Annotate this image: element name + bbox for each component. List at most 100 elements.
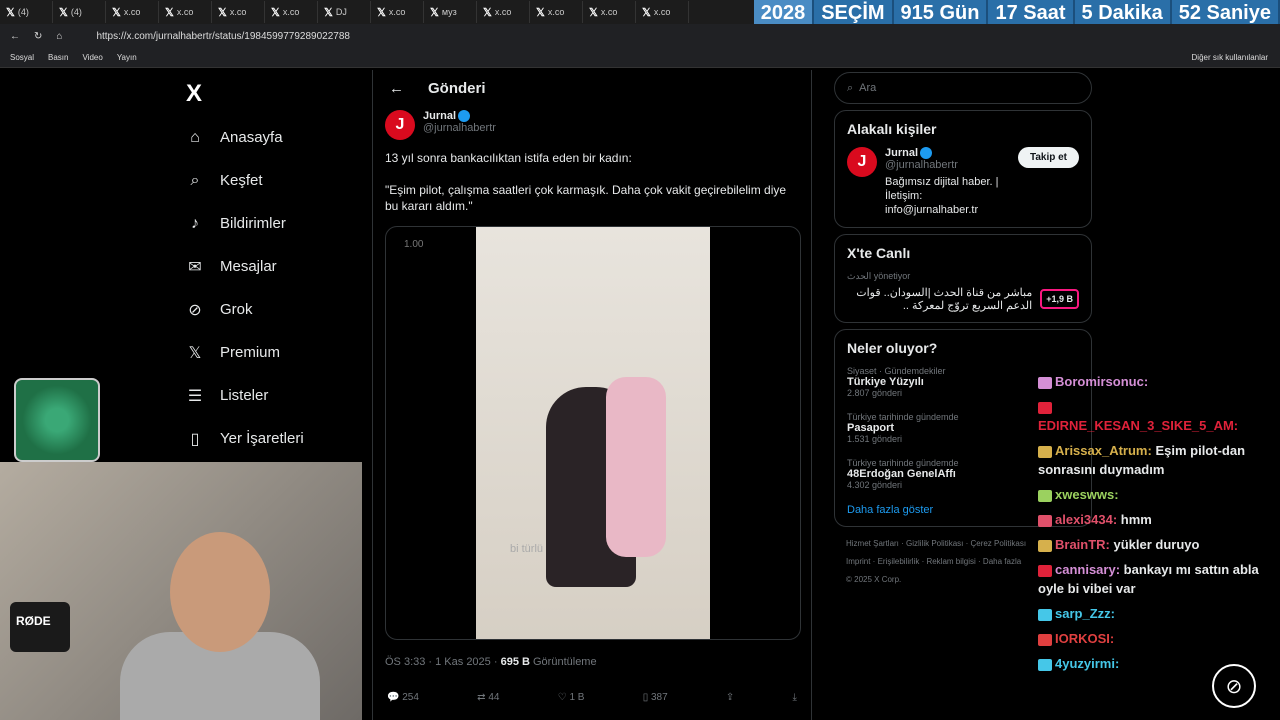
live-manage: yönetiyor [873, 271, 911, 282]
streamer-head [170, 532, 270, 652]
tab-label: x.co [176, 7, 194, 17]
chat-user: IORKOSI: [1055, 631, 1115, 646]
home-icon: ⌂ [190, 128, 200, 146]
back-icon[interactable]: ← [10, 31, 20, 42]
chat-text: hmm [1120, 512, 1152, 527]
bookmark-folder[interactable]: Sosyal [10, 53, 34, 62]
view-count: 695 B [500, 656, 530, 668]
nav-grok[interactable]: ⊘ Grok [180, 288, 370, 331]
footer-link[interactable]: Imprint [846, 557, 870, 566]
footer-link[interactable]: Erişilebilirlik [878, 557, 920, 566]
download-icon[interactable]: ⤓ [793, 692, 797, 703]
chat-message: cannisary: bankayı mı sattın abla oyle b… [1038, 560, 1280, 598]
x-logo-icon[interactable]: X [180, 72, 370, 116]
like-count: 1 B [569, 692, 585, 703]
grok-fab-button[interactable]: ⊘ [1212, 664, 1256, 708]
footer-link[interactable]: Çerez Politikası [970, 539, 1026, 548]
tab-label: муз [441, 7, 457, 17]
url-field[interactable]: https://x.com/jurnalhabertr/status/19845… [96, 31, 350, 42]
nav-premium[interactable]: 𝕏 Premium [180, 331, 370, 374]
post-header: ← Gönderi [373, 70, 811, 106]
left-navigation: X ⌂ Anasayfa ⌕ Keşfet ♪ Bildirimler ✉ Mesajl… [180, 72, 370, 460]
chat-badge-icon [1038, 489, 1052, 502]
reply-button[interactable]: 💬 254 [387, 692, 419, 703]
post-meta: ÖS 3:33 · 1 Kas 2025 · 695 B Görüntüleme [373, 646, 811, 678]
nav-home[interactable]: ⌂ Anasayfa [180, 116, 370, 159]
x-icon: 𝕏 [589, 6, 598, 19]
browser-tab[interactable]: 𝕏x.co [636, 1, 689, 23]
browser-tab[interactable]: 𝕏x.co [477, 1, 530, 23]
x-icon: 𝕏 [218, 6, 227, 19]
reload-icon[interactable]: ↻ [34, 31, 42, 42]
post-author[interactable]: J Jurnal @jurnalhabertr [373, 106, 811, 144]
address-bar: ← ↻ ⌂ https://x.com/jurnalhabertr/status… [0, 24, 1280, 48]
back-arrow-icon[interactable]: ← [389, 80, 404, 97]
related-handle[interactable]: @jurnalhabertr [885, 159, 1010, 171]
live-count[interactable]: +1,9 B [1040, 289, 1079, 310]
views-label: Görüntüleme [533, 656, 597, 668]
chat-badge-icon [1038, 539, 1052, 552]
x-icon: 𝕏 [324, 6, 333, 19]
bell-icon: ♪ [191, 214, 199, 232]
footer-link[interactable]: Gizlilik Politikası [906, 539, 963, 548]
browser-tab[interactable]: 𝕏x.co [212, 1, 265, 23]
page-title: Gönderi [428, 79, 486, 97]
related-name[interactable]: Jurnal [885, 147, 918, 159]
browser-tab[interactable]: 𝕏 (4) [53, 1, 106, 23]
browser-tab[interactable]: 𝕏x.co [530, 1, 583, 23]
browser-tab[interactable]: 𝕏x.co [265, 1, 318, 23]
chat-user: cannisary: [1055, 562, 1121, 577]
post-video[interactable]: 1.00 bi türlü [385, 226, 801, 640]
browser-tab[interactable]: 𝕏 (4) [0, 1, 53, 23]
browser-tab[interactable]: 𝕏 DJ [318, 1, 371, 23]
browser-tab[interactable]: 𝕏муз [424, 1, 477, 23]
bookmark-folder[interactable]: Video [82, 53, 102, 62]
tab-label: (4) [70, 7, 82, 17]
footer-link[interactable]: Daha fazla [983, 557, 1021, 566]
home-icon[interactable]: ⌂ [56, 31, 62, 42]
x-icon: 𝕏 [377, 6, 386, 19]
follow-button[interactable]: Takip et [1017, 147, 1079, 168]
bookmark-folder[interactable]: Yayın [117, 53, 137, 62]
like-button[interactable]: ♡ 1 B [558, 692, 585, 703]
search-input[interactable]: ⌕ Ara [834, 72, 1092, 104]
avatar[interactable]: J [847, 147, 877, 177]
nav-bookmarks[interactable]: ▯ Yer İşaretleri [180, 417, 370, 460]
live-host[interactable]: الحدث [847, 271, 871, 281]
author-name[interactable]: Jurnal [423, 110, 456, 122]
post-time[interactable]: ÖS 3:33 · 1 Kas 2025 · [385, 656, 498, 668]
browser-tab[interactable]: 𝕏x.co [106, 1, 159, 23]
browser-tab[interactable]: 𝕏x.co [371, 1, 424, 23]
avatar[interactable]: J [385, 110, 415, 140]
bookmark-folder[interactable]: Basın [48, 53, 68, 62]
live-section: X'te Canlı الحدث yönetiyor مباشر من قناة… [834, 234, 1092, 324]
video-subtitle: bi türlü [510, 543, 544, 555]
x-icon: 𝕏 [6, 6, 15, 19]
browser-tab[interactable]: 𝕏x.co [583, 1, 636, 23]
repost-button[interactable]: ⇄ 44 [477, 692, 499, 703]
search-icon: ⌕ [190, 171, 200, 189]
other-bookmarks[interactable]: Diğer sık kullanılanlar [1192, 53, 1268, 62]
nav-messages[interactable]: ✉ Mesajlar [180, 245, 370, 288]
live-text[interactable]: مباشر من قناة الحدث |السودان.. قوات الدع… [847, 286, 1032, 312]
chat-message: sarp_Zzz: [1038, 604, 1280, 623]
chat-badge-icon [1038, 608, 1052, 621]
footer-link[interactable]: Hizmet Şartları [846, 539, 899, 548]
chat-badge-icon [1038, 564, 1052, 577]
bookmark-icon: ▯ [190, 430, 200, 448]
author-handle[interactable]: @jurnalhabertr [423, 122, 496, 134]
nav-lists[interactable]: ☰ Listeler [180, 374, 370, 417]
share-icon[interactable]: ⇪ [726, 692, 734, 703]
nav-explore[interactable]: ⌕ Keşfet [180, 159, 370, 202]
bookmark-button[interactable]: ▯ 387 [643, 692, 668, 703]
footer-link[interactable]: Reklam bilgisi [926, 557, 975, 566]
nav-notifications[interactable]: ♪ Bildirimler [180, 202, 370, 245]
video-frame [476, 227, 710, 639]
copyright: © 2025 X Corp. [846, 575, 902, 585]
verified-icon [920, 147, 933, 160]
chat-badge-icon [1038, 633, 1052, 646]
bookmarks-bar: Sosyal Basın Video Yayın Diğer sık kulla… [0, 48, 1280, 68]
x-icon: 𝕏 [59, 6, 68, 19]
tab-label: x.co [282, 7, 300, 17]
browser-tab[interactable]: 𝕏x.co [159, 1, 212, 23]
